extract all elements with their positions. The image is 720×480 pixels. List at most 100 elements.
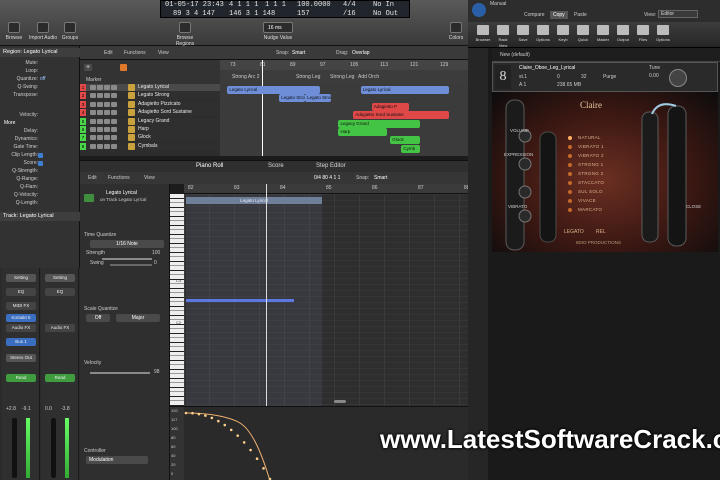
arrange-playhead[interactable]: [262, 60, 263, 156]
piano-roll-ruler[interactable]: 82 83 84 85 86 87 88: [184, 184, 470, 194]
articulation-item[interactable]: NATURAL: [568, 134, 624, 142]
inspector-row-qvelocity[interactable]: Q-Velocity:: [0, 192, 80, 200]
marker-4[interactable]: Add Orch: [358, 74, 379, 80]
track-name[interactable]: Glock: [138, 134, 151, 141]
marker-2[interactable]: Strong Leg: [296, 74, 320, 80]
track-row[interactable]: 4 Adagietto Sord Sustaine: [80, 109, 220, 117]
strip1-fader[interactable]: [12, 418, 17, 478]
inspector-row-dynamics[interactable]: Dynamics:: [0, 136, 80, 144]
pr-functions-menu[interactable]: Functions: [108, 175, 130, 181]
kontakt-browser-strip[interactable]: [468, 48, 488, 480]
track-inspector-title[interactable]: Track: Legato Lyrical: [0, 212, 80, 221]
output-value[interactable]: st.1: [519, 74, 527, 80]
track-row[interactable]: 8 Cymbals: [80, 142, 220, 150]
track-name[interactable]: Legato Strong: [138, 92, 169, 99]
kontakt-tool-button[interactable]: Options: [534, 25, 552, 43]
inspector-row-qrange[interactable]: Q-Range:: [0, 176, 80, 184]
pr-snap-select[interactable]: Smart: [374, 175, 387, 181]
track-buttons[interactable]: [90, 143, 124, 149]
track-name[interactable]: Adagietto Sord Sustaine: [138, 109, 192, 116]
preset-name[interactable]: Manual: [490, 1, 506, 7]
lcd-display[interactable]: 01-05-17 23:43 4 1 1 1 1 1 1 100.0000 4/…: [160, 0, 410, 18]
tab-step-editor[interactable]: Step Editor: [316, 163, 346, 169]
browse-regions-button[interactable]: Browse Regions: [168, 22, 202, 47]
midi-note[interactable]: [186, 299, 294, 302]
add-track-icon[interactable]: +: [84, 64, 92, 71]
ctrl-point[interactable]: [242, 441, 246, 444]
midi-channel[interactable]: A 1: [519, 82, 526, 88]
region[interactable]: Legacy Grand: [338, 119, 420, 128]
strip1-setting[interactable]: Setting: [6, 274, 36, 282]
record-icon[interactable]: [120, 64, 127, 71]
track-buttons[interactable]: [90, 118, 124, 124]
inspector-row-qswing[interactable]: Q-Swing:: [0, 84, 80, 92]
arrange-area[interactable]: 73818997105113121129137 Strong Arc 2 Str…: [220, 60, 478, 156]
region[interactable]: Glock: [390, 136, 420, 145]
kontakt-tool-button[interactable]: Files: [634, 25, 652, 43]
compare-button[interactable]: Compare: [524, 12, 545, 18]
region[interactable]: Adagietto Sord Sustaine: [353, 111, 450, 120]
ctrl-point[interactable]: [223, 423, 227, 427]
controller-select[interactable]: Modulation: [86, 456, 148, 464]
tracks-functions-menu[interactable]: Functions: [124, 50, 146, 56]
arrange-ruler[interactable]: 73818997105113121129137: [220, 60, 478, 70]
groups-button[interactable]: Groups: [58, 22, 82, 41]
ctrl-point[interactable]: [191, 411, 194, 415]
strip1-audiofx[interactable]: Audio FX: [6, 324, 36, 332]
ctrl-point[interactable]: [204, 414, 207, 417]
ctrl-point[interactable]: [262, 467, 265, 470]
kontakt-tool-button[interactable]: Master: [594, 25, 612, 43]
ctrl-point[interactable]: [249, 448, 252, 452]
strip2-automation[interactable]: Read: [45, 374, 75, 382]
ctrl-point[interactable]: [184, 411, 188, 415]
release-toggle[interactable]: REL: [596, 229, 606, 235]
track-name[interactable]: Adagietto Pizzicato: [138, 101, 181, 108]
inspector-row-qstrength[interactable]: Q-Strength:: [0, 168, 80, 176]
strip2-audiofx[interactable]: Audio FX: [45, 324, 75, 332]
track-buttons[interactable]: [90, 127, 124, 132]
track-name[interactable]: Harp: [138, 126, 149, 133]
strength-slider[interactable]: [102, 258, 152, 260]
strip1-output[interactable]: Stereo Out: [6, 354, 36, 362]
track-row[interactable]: 5 Legacy Grand: [80, 117, 220, 125]
snap-select[interactable]: Smart: [292, 50, 305, 56]
purge-menu[interactable]: Purge: [603, 74, 616, 80]
ctrl-point[interactable]: [255, 457, 259, 461]
articulation-item[interactable]: STRONG 2: [568, 170, 624, 178]
import-audio-button[interactable]: Import Audio: [28, 22, 58, 41]
ctrl-point[interactable]: [236, 434, 239, 437]
articulation-item[interactable]: STRONG 1: [568, 161, 624, 169]
scale-root-select[interactable]: Off: [86, 314, 110, 322]
max-voices[interactable]: 32: [581, 74, 587, 80]
kontakt-tool-button[interactable]: Rack View: [494, 25, 512, 49]
velocity-slider[interactable]: [90, 372, 150, 374]
track-name[interactable]: Legato Lyrical: [138, 84, 169, 91]
inspector-row-qflam[interactable]: Q-Flam:: [0, 184, 80, 192]
articulation-item[interactable]: VIBRATO 2: [568, 152, 624, 160]
strip1-automation[interactable]: Read: [6, 374, 36, 382]
marker-1[interactable]: Strong Arc 2: [232, 74, 260, 80]
pr-edit-menu[interactable]: Edit: [88, 175, 97, 181]
strip2-fader[interactable]: [51, 418, 56, 478]
browse-button[interactable]: Browse: [2, 22, 26, 41]
marker-3[interactable]: Strong Leg: [330, 74, 354, 80]
horizontal-scrollbar[interactable]: [334, 400, 346, 403]
inspector-row-delay[interactable]: Delay:: [0, 128, 80, 136]
instrument-name[interactable]: Claire_Oboe_Leg_Lyrical: [519, 65, 575, 71]
power-icon[interactable]: [472, 3, 486, 17]
region[interactable]: Legato Strong: [279, 94, 306, 103]
track-row[interactable]: 7 Glock: [80, 134, 220, 142]
kontakt-tool-button[interactable]: Options: [654, 25, 672, 43]
inspector-row-qlength[interactable]: Q-Length:: [0, 200, 80, 208]
track-buttons[interactable]: [90, 101, 124, 107]
track-row[interactable]: 3 Adagietto Pizzicato: [80, 100, 220, 108]
tracks-edit-menu[interactable]: Edit: [104, 50, 113, 56]
track-buttons[interactable]: [90, 135, 124, 141]
ctrl-point[interactable]: [217, 419, 220, 423]
region[interactable]: Cymb: [401, 144, 420, 153]
track-name[interactable]: Legacy Grand: [138, 118, 169, 125]
piano-keyboard[interactable]: [170, 194, 184, 406]
track-row[interactable]: 6 Harp: [80, 126, 220, 133]
clip-checkbox[interactable]: [38, 153, 43, 158]
inspector-row-quantize[interactable]: Quantize: off: [0, 76, 80, 84]
